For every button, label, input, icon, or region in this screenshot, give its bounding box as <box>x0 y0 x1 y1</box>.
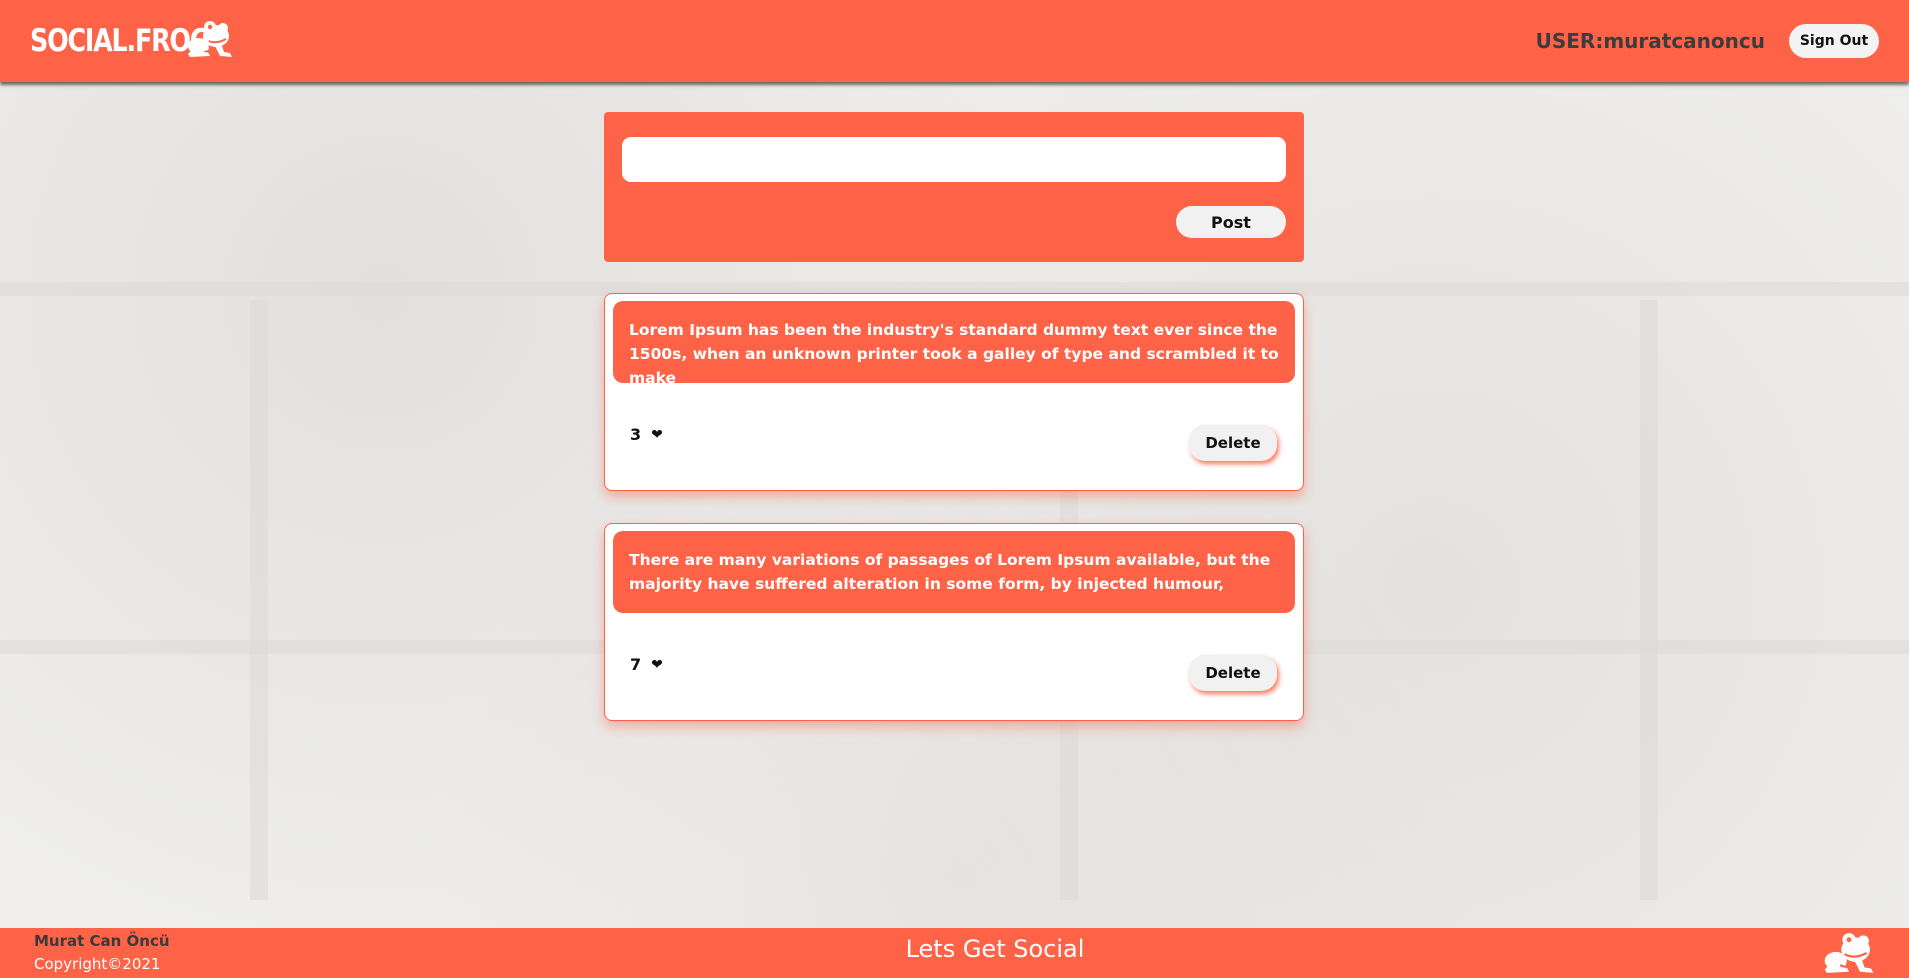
header-right: USER:muratcanoncu Sign Out <box>1536 24 1879 58</box>
sign-out-button[interactable]: Sign Out <box>1789 24 1879 58</box>
footer: Murat Can Öncü Copyright©2021 Lets Get S… <box>0 928 1909 978</box>
post-text: There are many variations of passages of… <box>613 531 1295 613</box>
brand-name: SOCIAL.FROG <box>30 23 211 59</box>
post-card: Lorem Ipsum has been the industry's stan… <box>604 293 1304 491</box>
post-composer: Post <box>604 112 1304 262</box>
top-navbar: SOCIAL.FROG USER:muratcanoncu Sign Out <box>0 0 1909 82</box>
delete-post-button[interactable]: Delete <box>1189 655 1277 691</box>
heart-icon[interactable]: ❤ <box>651 657 663 673</box>
brand-logo-link[interactable]: SOCIAL.FROG <box>30 20 234 62</box>
current-user-label: USER:muratcanoncu <box>1535 29 1765 53</box>
like-counter[interactable]: 3 ❤ <box>630 425 663 444</box>
delete-post-button[interactable]: Delete <box>1189 425 1277 461</box>
post-text: Lorem Ipsum has been the industry's stan… <box>613 301 1295 387</box>
like-count: 7 <box>630 655 642 674</box>
post-button[interactable]: Post <box>1176 206 1286 238</box>
post-text-input[interactable] <box>622 137 1286 182</box>
like-counter[interactable]: 7 ❤ <box>630 655 663 674</box>
post-card: There are many variations of passages of… <box>604 523 1304 721</box>
like-count: 3 <box>630 425 642 444</box>
heart-icon[interactable]: ❤ <box>651 427 663 443</box>
frog-icon <box>1822 932 1876 978</box>
footer-tagline: Lets Get Social <box>905 935 1085 963</box>
